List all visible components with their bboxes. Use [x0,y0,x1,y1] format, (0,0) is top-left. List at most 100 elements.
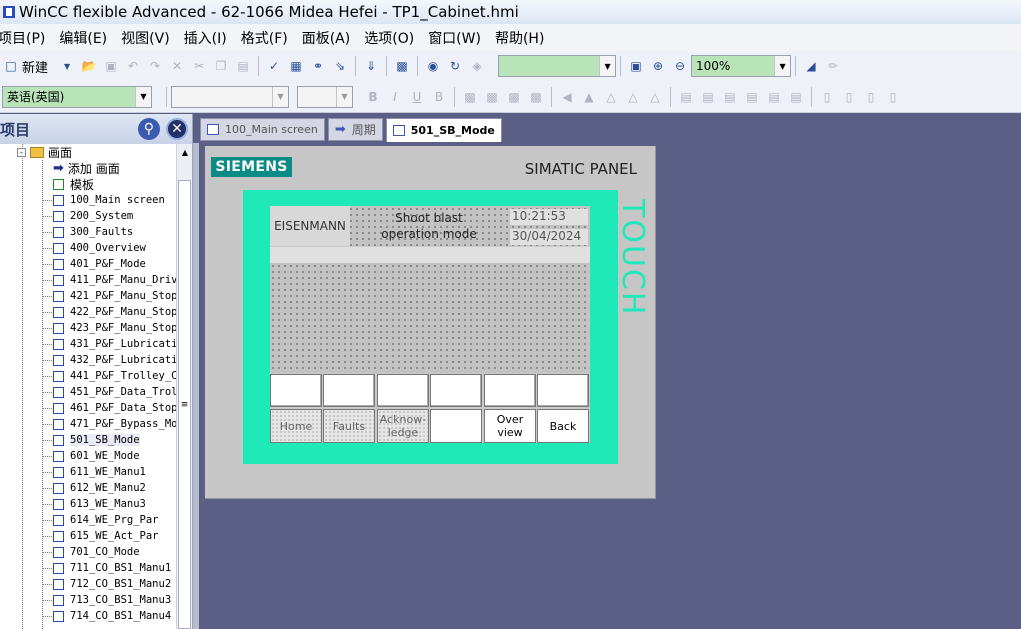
paste-icon[interactable]: ▤ [235,58,251,74]
time-field[interactable]: 10:21:53 [510,209,588,225]
font-size-select[interactable]: ▼ [297,85,353,108]
tree-screen-item[interactable]: 421_P&F_Manu_Stop [53,288,176,304]
rotate-right-icon[interactable]: △ [647,89,663,105]
tree-add-screen[interactable]: ➡ 添加 画面 [53,160,120,176]
home-button[interactable]: Home [270,409,322,443]
delete-icon[interactable]: ✕ [169,58,185,74]
align-right-icon[interactable]: ▤ [722,89,738,105]
redo-icon[interactable]: ↷ [147,58,163,74]
size-h-icon[interactable]: ▯ [885,89,901,105]
fkey-bottom-4[interactable] [430,409,482,443]
order-icon[interactable]: ▩ [528,89,544,105]
zoom-in-icon[interactable]: ⊕ [650,58,666,74]
tree-screen-item[interactable]: 612_WE_Manu2 [53,480,146,496]
menu-insert[interactable]: 插入(I) [184,28,227,48]
regroup-icon[interactable]: ▩ [506,89,522,105]
tree-screen-item[interactable]: 411_P&F_Manu_Driv [53,272,176,288]
new-icon[interactable]: □ [3,58,19,74]
line-color-icon[interactable]: ✏ [825,58,841,74]
menu-project[interactable]: 项目(P) [0,28,45,48]
strike-icon[interactable]: B [431,89,447,105]
hmi-screen[interactable]: EISENMANN Shoot blast operation mode 10:… [270,206,590,443]
rotate-icon[interactable]: △ [603,89,619,105]
fkey-top-1[interactable] [270,374,322,407]
zoom-select[interactable]: 100% ▼ [691,55,792,77]
fkey-top-4[interactable] [430,374,482,407]
tree-screen-item[interactable]: 432_P&F_Lubricati [53,352,176,368]
menu-edit[interactable]: 编辑(E) [59,28,107,48]
cut-icon[interactable]: ✂ [191,58,207,74]
tree-screen-item[interactable]: 701_CO_Mode [53,544,140,560]
tree-screen-item[interactable]: 501_SB_Mode [53,432,140,448]
menu-faceplate[interactable]: 面板(A) [302,28,351,48]
zoom-area-icon[interactable]: ▣ [628,58,644,74]
tree-screen-item[interactable]: 401_P&F_Mode [53,256,146,272]
align-middle-icon[interactable]: ▤ [766,89,782,105]
scroll-thumb[interactable]: ≡ [178,180,191,629]
scroll-up-icon[interactable]: ▲ [177,144,193,160]
tab-cycle[interactable]: ➡ 周期 [327,118,383,141]
cross-ref-icon[interactable]: ◈ [469,58,485,74]
tree-screen-item[interactable]: 711_CO_BS1_Manu1 [53,560,171,576]
tree-screen-item[interactable]: 712_CO_BS1_Manu2 [53,576,171,592]
menu-options[interactable]: 选项(O) [364,28,414,48]
menu-format[interactable]: 格式(F) [241,28,288,48]
download-icon[interactable]: ⇓ [363,58,379,74]
tree-template[interactable]: 模板 [53,176,94,192]
object-select[interactable]: ▼ [498,55,617,77]
new-dropdown-icon[interactable]: ▼ [59,58,75,74]
fkey-top-6[interactable] [537,374,589,407]
underline-icon[interactable]: U [409,89,425,105]
group-icon[interactable]: ▩ [462,89,478,105]
tree-screen-item[interactable]: 200_System [53,208,133,224]
flip-v-icon[interactable]: ▲ [581,89,597,105]
tree-screen-item[interactable]: 714_CO_BS1_Manu4 [53,608,171,624]
bold-icon[interactable]: B [365,89,381,105]
tab-sb-mode[interactable]: 501_SB_Mode [385,118,502,142]
date-field[interactable]: 30/04/2024 [510,229,588,245]
space-h-icon[interactable]: ▯ [819,89,835,105]
faults-button[interactable]: Faults [323,409,375,443]
undo-icon[interactable]: ↶ [125,58,141,74]
tree-screen-item[interactable]: 461_P&F_Data_Stop [53,400,176,416]
open-icon[interactable]: 📂 [81,58,97,74]
tree-screen-item[interactable]: 422_P&F_Manu_Stop [53,304,176,320]
fill-color-icon[interactable]: ◢ [803,58,819,74]
tab-main-screen[interactable]: 100_Main screen [200,118,325,141]
tree-screen-item[interactable]: 451_P&F_Data_Trol [53,384,176,400]
align-top-icon[interactable]: ▤ [744,89,760,105]
tree-screen-item[interactable]: 423_P&F_Manu_Stop [53,320,176,336]
pin-icon[interactable]: ⚲ [137,118,160,140]
tree-screen-item[interactable]: 400_Overview [53,240,146,256]
compile-icon[interactable]: ▦ [288,58,304,74]
menu-view[interactable]: 视图(V) [121,28,170,48]
align-bottom-icon[interactable]: ▤ [788,89,804,105]
space-v-icon[interactable]: ▯ [841,89,857,105]
language-select[interactable]: 英语(英国) ▼ [2,85,152,108]
collapse-icon[interactable]: - [17,147,26,157]
tree-screen-item[interactable]: 713_CO_BS1_Manu3 [53,592,171,608]
copy-icon[interactable]: ❐ [213,58,229,74]
tree-scrollbar[interactable]: ▲ ≡ [176,144,192,629]
acknowledge-button[interactable]: Acknow- ledge [377,409,429,443]
transfer-icon[interactable]: ⇘ [332,58,348,74]
link-icon[interactable]: ⚭ [310,58,326,74]
tree-screen-item[interactable]: 611_WE_Manu1 [53,464,146,480]
fkey-top-3[interactable] [377,374,429,407]
close-icon[interactable]: ✕ [166,118,188,140]
fkey-top-2[interactable] [323,374,375,407]
save-icon[interactable]: ▣ [103,58,119,74]
tree-screen-item[interactable]: 441_P&F_Trolley_C [53,368,176,384]
font-select[interactable]: ▼ [171,85,289,108]
menu-help[interactable]: 帮助(H) [495,28,544,48]
italic-icon[interactable]: I [387,89,403,105]
tree-screen-item[interactable]: 613_WE_Manu3 [53,496,146,512]
zoom-out-icon[interactable]: ⊖ [672,58,688,74]
ungroup-icon[interactable]: ▩ [484,89,500,105]
check-icon[interactable]: ✓ [266,58,282,74]
tree-screen-item[interactable]: 614_WE_Prg_Par [53,512,159,528]
tree-screen-item[interactable]: 300_Faults [53,224,133,240]
flip-h-icon[interactable]: ◀ [559,89,575,105]
rotate-left-icon[interactable]: △ [625,89,641,105]
tree-screen-item[interactable]: 471_P&F_Bypass_Mo [53,416,176,432]
